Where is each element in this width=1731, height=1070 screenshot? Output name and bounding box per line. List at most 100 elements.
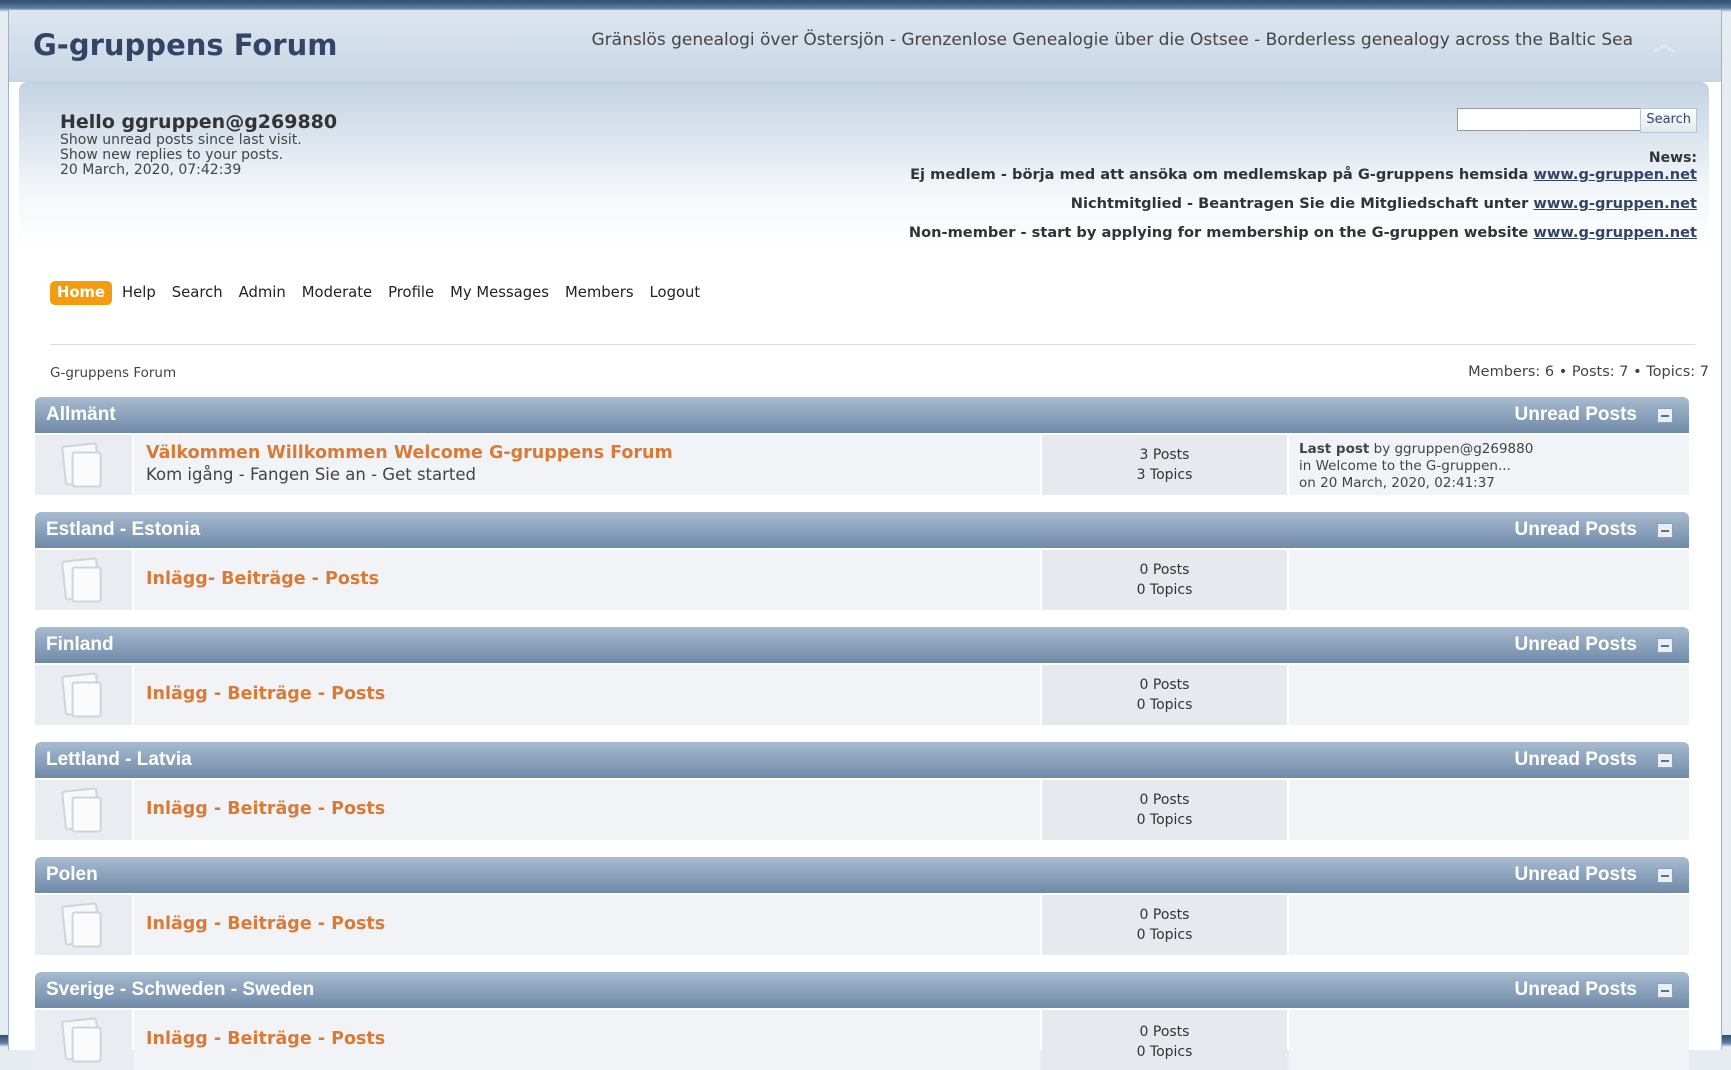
nav-my-messages[interactable]: My Messages: [450, 281, 549, 305]
board-last-post: [1289, 1010, 1689, 1070]
collapse-icon[interactable]: [1657, 408, 1673, 423]
category-header: Estland - Estonia Unread Posts: [35, 512, 1689, 548]
unread-posts-link[interactable]: Unread Posts: [1515, 519, 1637, 541]
board-stats: 0 Posts 0 Topics: [1042, 780, 1287, 840]
news-line: Ej medlem - börja med att ansöka om medl…: [910, 166, 1697, 183]
breadcrumb[interactable]: G-gruppens Forum: [50, 365, 176, 381]
category-finland: Finland Unread Posts Inlägg - Beiträge -…: [35, 627, 1689, 725]
category-header: Finland Unread Posts: [35, 627, 1689, 663]
board-status-icon: [61, 557, 101, 601]
nav-members[interactable]: Members: [565, 281, 634, 305]
category-name[interactable]: Allmänt: [46, 404, 116, 426]
board-status-icon: [61, 902, 101, 946]
board-description: Kom igång - Fangen Sie an - Get started: [146, 465, 476, 484]
unread-posts-link[interactable]: Show unread posts since last visit.: [60, 132, 302, 148]
last-post-label: Last post: [1299, 441, 1370, 457]
current-datetime: 20 March, 2020, 07:42:39: [60, 162, 242, 178]
forum-tagline: Gränslös genealogi över Östersjön - Gren…: [591, 30, 1633, 50]
board-topics: 0 Topics: [1136, 697, 1193, 713]
board-last-post: [1289, 780, 1689, 840]
collapse-icon[interactable]: [1657, 638, 1673, 653]
forum-title[interactable]: G-gruppens Forum: [33, 28, 337, 62]
unread-posts-link[interactable]: Unread Posts: [1515, 404, 1637, 426]
board-status-icon: [61, 1017, 101, 1061]
board-stats: 0 Posts 0 Topics: [1042, 1010, 1287, 1070]
user-section: Hello ggruppen@g269880 Show unread posts…: [19, 82, 1709, 422]
board-status-icon: [61, 787, 101, 831]
board-icon-cell: [35, 550, 132, 610]
board-title[interactable]: Inlägg- Beiträge - Posts: [146, 569, 379, 589]
news-text: Nichtmitglied - Beantragen Sie die Mitgl…: [1070, 195, 1534, 212]
board-row: Inlägg - Beiträge - Posts 0 Posts 0 Topi…: [35, 780, 1689, 840]
news-text: Ej medlem - börja med att ansöka om medl…: [910, 166, 1534, 183]
category-estland: Estland - Estonia Unread Posts Inlägg- B…: [35, 512, 1689, 610]
search-input[interactable]: [1457, 108, 1645, 131]
greeting: Hello ggruppen@g269880: [60, 111, 338, 133]
last-post-author[interactable]: by ggruppen@g269880: [1369, 441, 1534, 457]
board-row: Inlägg- Beiträge - Posts 0 Posts 0 Topic…: [35, 550, 1689, 610]
board-title[interactable]: Inlägg - Beiträge - Posts: [146, 1029, 385, 1049]
nav-search[interactable]: Search: [172, 281, 223, 305]
category-header: Polen Unread Posts: [35, 857, 1689, 893]
board-icon-cell: [35, 1010, 132, 1070]
category-name[interactable]: Finland: [46, 634, 114, 656]
board-info: Inlägg - Beiträge - Posts: [134, 895, 1040, 955]
nav-admin[interactable]: Admin: [239, 281, 286, 305]
board-posts: 0 Posts: [1139, 1024, 1190, 1040]
page-wrapper: G-gruppens Forum Gränslös genealogi över…: [8, 10, 1722, 1070]
category-lettland: Lettland - Latvia Unread Posts Inlägg - …: [35, 742, 1689, 840]
collapse-icon[interactable]: [1657, 868, 1673, 883]
board-info: Välkommen Willkommen Welcome G-gruppens …: [134, 435, 1040, 495]
unread-posts-link[interactable]: Unread Posts: [1515, 864, 1637, 886]
collapse-icon[interactable]: [1657, 753, 1673, 768]
new-replies-link[interactable]: Show new replies to your posts.: [60, 147, 283, 163]
board-title[interactable]: Inlägg - Beiträge - Posts: [146, 799, 385, 819]
category-name[interactable]: Estland - Estonia: [46, 519, 200, 541]
news-link[interactable]: www.g-gruppen.net: [1533, 195, 1697, 212]
news-label: News:: [1648, 150, 1697, 166]
board-posts: 0 Posts: [1139, 562, 1190, 578]
board-title[interactable]: Inlägg - Beiträge - Posts: [146, 914, 385, 934]
category-sverige: Sverige - Schweden - Sweden Unread Posts…: [35, 972, 1689, 1070]
news-link[interactable]: www.g-gruppen.net: [1533, 166, 1697, 183]
search-button[interactable]: Search: [1640, 108, 1697, 133]
unread-posts-link[interactable]: Unread Posts: [1515, 749, 1637, 771]
divider: [50, 344, 1695, 345]
board-last-post: [1289, 895, 1689, 955]
category-name[interactable]: Lettland - Latvia: [46, 749, 192, 771]
category-polen: Polen Unread Posts Inlägg - Beiträge - P…: [35, 857, 1689, 955]
nav-home[interactable]: Home: [50, 281, 113, 305]
board-posts: 0 Posts: [1139, 792, 1190, 808]
nav-logout[interactable]: Logout: [650, 281, 701, 305]
board-status-icon: [61, 442, 101, 486]
nav-moderate[interactable]: Moderate: [302, 281, 372, 305]
category-header: Lettland - Latvia Unread Posts: [35, 742, 1689, 778]
board-topics: 0 Topics: [1136, 1044, 1193, 1060]
nav-help[interactable]: Help: [122, 281, 156, 305]
category-name[interactable]: Polen: [46, 864, 98, 886]
category-header: Sverige - Schweden - Sweden Unread Posts: [35, 972, 1689, 1008]
collapse-icon[interactable]: [1657, 523, 1673, 538]
news-line: Non-member - start by applying for membe…: [909, 224, 1697, 241]
board-title[interactable]: Välkommen Willkommen Welcome G-gruppens …: [146, 443, 673, 463]
board-stats: 0 Posts 0 Topics: [1042, 550, 1287, 610]
unread-posts-link[interactable]: Unread Posts: [1515, 634, 1637, 656]
board-posts: 0 Posts: [1139, 907, 1190, 923]
board-topics: 0 Topics: [1136, 582, 1193, 598]
board-info: Inlägg - Beiträge - Posts: [134, 665, 1040, 725]
board-row: Välkommen Willkommen Welcome G-gruppens …: [35, 435, 1689, 495]
news-link[interactable]: www.g-gruppen.net: [1533, 224, 1697, 241]
category-header: Allmänt Unread Posts: [35, 397, 1689, 433]
board-posts: 0 Posts: [1139, 677, 1190, 693]
main-nav: Home Help Search Admin Moderate Profile …: [50, 281, 716, 305]
category-name[interactable]: Sverige - Schweden - Sweden: [46, 979, 314, 1001]
news-line: Nichtmitglied - Beantragen Sie die Mitgl…: [1071, 195, 1697, 212]
nav-profile[interactable]: Profile: [388, 281, 434, 305]
board-title[interactable]: Inlägg - Beiträge - Posts: [146, 684, 385, 704]
news-text: Non-member - start by applying for membe…: [908, 224, 1534, 241]
last-post-topic[interactable]: in Welcome to the G-gruppen...: [1299, 458, 1511, 474]
unread-posts-link[interactable]: Unread Posts: [1515, 979, 1637, 1001]
board-topics: 0 Topics: [1136, 927, 1193, 943]
collapse-header-icon[interactable]: ︿: [1651, 32, 1677, 58]
collapse-icon[interactable]: [1657, 983, 1673, 998]
